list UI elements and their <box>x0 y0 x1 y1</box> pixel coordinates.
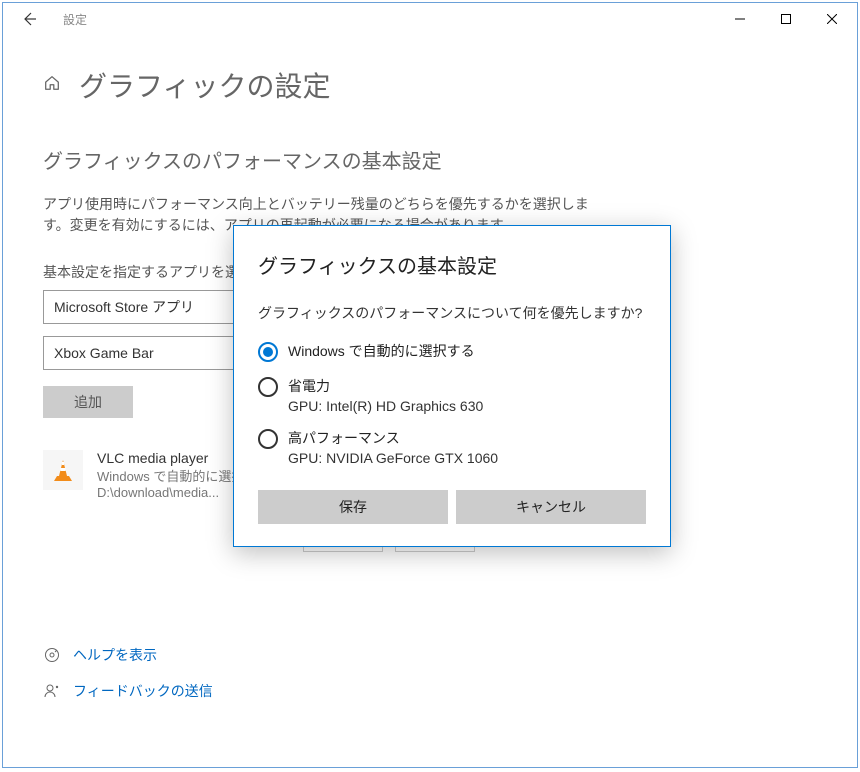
dropdown-value: Microsoft Store アプリ <box>54 297 194 317</box>
radio-icon <box>258 377 278 397</box>
save-button[interactable]: 保存 <box>258 490 448 524</box>
dialog-title: グラフィックスの基本設定 <box>258 250 646 279</box>
close-button[interactable] <box>809 3 855 35</box>
radio-option-power-saving[interactable]: 省電力 GPU: Intel(R) HD Graphics 630 <box>258 376 646 414</box>
dialog-buttons: 保存 キャンセル <box>258 490 646 524</box>
minimize-button[interactable] <box>717 3 763 35</box>
cancel-button[interactable]: キャンセル <box>456 490 646 524</box>
graphics-preference-dialog: グラフィックスの基本設定 グラフィックスのパフォーマンスについて何を優先しますか… <box>233 225 671 547</box>
radio-label: 高パフォーマンス <box>288 428 498 448</box>
radio-sublabel: GPU: NVIDIA GeForce GTX 1060 <box>288 450 498 466</box>
radio-icon <box>258 342 278 362</box>
page-title: グラフィックの設定 <box>79 65 330 105</box>
radio-icon <box>258 429 278 449</box>
maximize-button[interactable] <box>763 3 809 35</box>
vlc-icon <box>43 450 83 490</box>
minimize-icon <box>735 14 745 24</box>
radio-label: 省電力 <box>288 376 483 396</box>
show-help-link[interactable]: ヘルプを表示 <box>43 645 213 665</box>
add-button[interactable]: 追加 <box>43 386 133 418</box>
page-header: グラフィックの設定 <box>43 65 817 105</box>
radio-group: Windows で自動的に選択する 省電力 GPU: Intel(R) HD G… <box>258 341 646 466</box>
settings-window: 設定 グラフィックの設定 グラフィックスのパフォーマンスの基本設定 アプリ使用時… <box>2 2 858 768</box>
arrow-left-icon <box>21 11 37 27</box>
help-icon <box>43 646 61 664</box>
home-icon[interactable] <box>43 74 61 97</box>
titlebar: 設定 <box>3 3 857 35</box>
feedback-link-label: フィードバックの送信 <box>73 681 213 701</box>
feedback-icon <box>43 682 61 700</box>
close-icon <box>827 14 837 24</box>
dialog-question: グラフィックスのパフォーマンスについて何を優先しますか? <box>258 303 646 323</box>
section-title: グラフィックスのパフォーマンスの基本設定 <box>43 145 817 174</box>
back-button[interactable] <box>13 3 45 35</box>
dropdown-value: Xbox Game Bar <box>54 345 154 361</box>
window-title: 設定 <box>63 11 87 28</box>
radio-label: Windows で自動的に選択する <box>288 341 475 361</box>
help-link-label: ヘルプを表示 <box>73 645 157 665</box>
radio-option-auto[interactable]: Windows で自動的に選択する <box>258 341 646 362</box>
help-links: ヘルプを表示 フィードバックの送信 <box>43 645 213 717</box>
window-controls <box>717 3 855 35</box>
radio-option-high-performance[interactable]: 高パフォーマンス GPU: NVIDIA GeForce GTX 1060 <box>258 428 646 466</box>
maximize-icon <box>781 14 791 24</box>
radio-sublabel: GPU: Intel(R) HD Graphics 630 <box>288 398 483 414</box>
feedback-link[interactable]: フィードバックの送信 <box>43 681 213 701</box>
